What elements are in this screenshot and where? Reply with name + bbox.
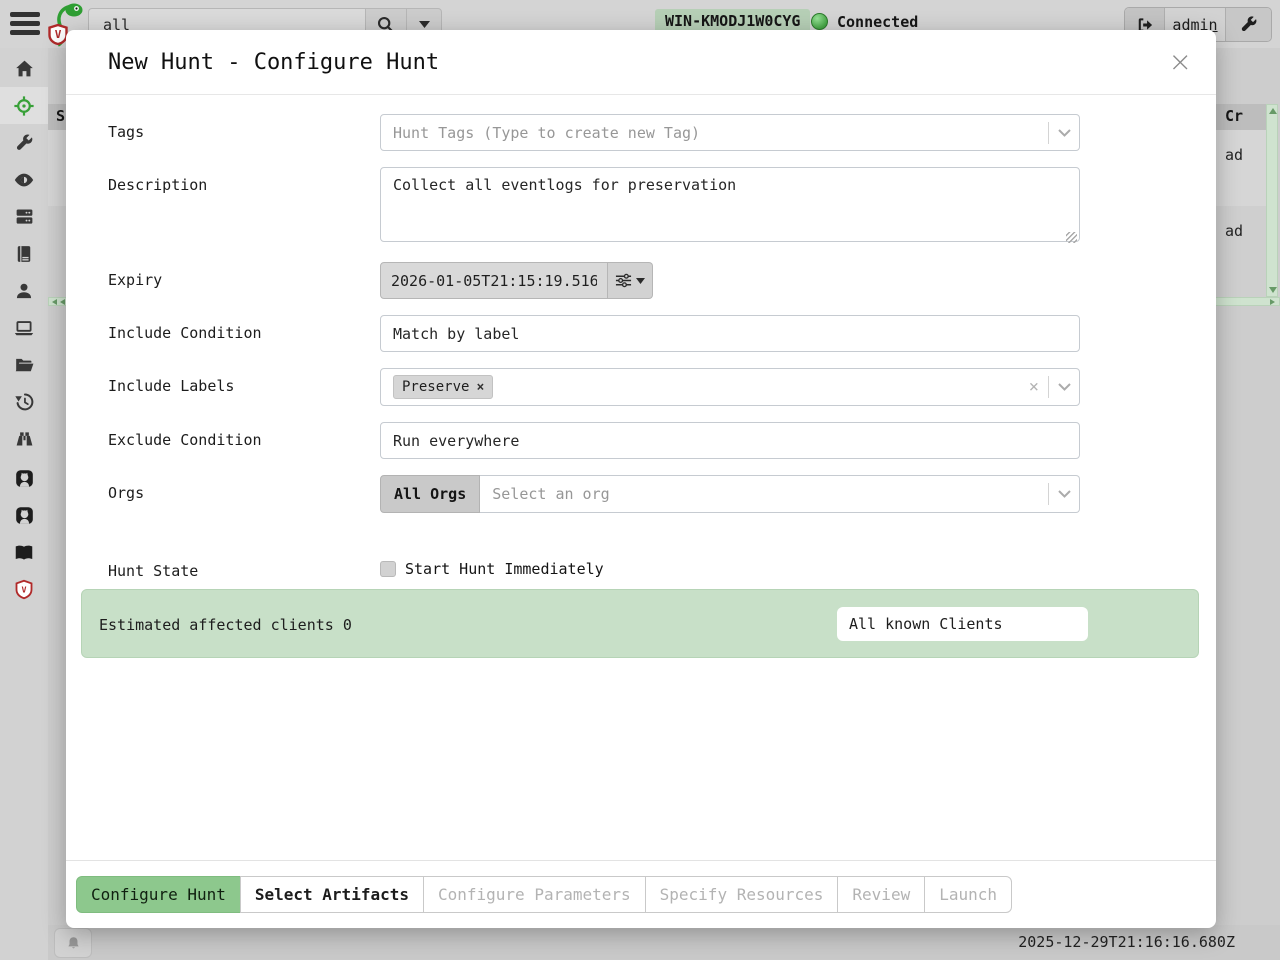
sidebar-item-audit[interactable] [0,383,48,420]
binoculars-icon [14,428,35,449]
start-hunt-checkbox-label: Start Hunt Immediately [405,560,604,578]
estimated-clients-text: Estimated affected clients 0 [99,616,352,634]
tags-placeholder: Hunt Tags (Type to create new Tag) [393,124,1039,142]
modal-close-button[interactable]: × [1163,44,1198,79]
chevron-down-icon[interactable] [1058,383,1071,391]
modal-header: New Hunt - Configure Hunt × [66,30,1216,95]
sidebar-item-users[interactable] [0,272,48,309]
velociraptor-shield-icon: V [14,579,34,600]
description-textarea[interactable]: Collect all eventlogs for preservation [380,167,1080,242]
sidebar-item-client-search[interactable] [0,420,48,457]
notifications-button[interactable] [54,928,92,958]
include-labels-select[interactable]: Preserve × × [380,368,1080,406]
connection-status-label: Connected [837,13,918,31]
caret-down-icon [636,278,645,284]
eye-icon [13,169,35,191]
include-condition-label: Include Condition [108,315,380,352]
table-cell-creator: ad [1225,222,1243,240]
connected-indicator-icon [811,13,828,30]
bell-icon [65,935,82,952]
status-bar: 2025-12-29T21:16:16.680Z [0,925,1280,960]
tags-label: Tags [108,114,380,151]
chevron-down-icon[interactable] [1058,490,1071,498]
step-configure-parameters: Configure Parameters [423,876,646,913]
sidebar-item-docs[interactable] [0,534,48,571]
github-icon [14,468,35,489]
expiry-picker-button[interactable] [608,262,653,299]
menu-toggle-button[interactable] [10,12,42,36]
sidebar-item-github-1[interactable] [0,460,48,497]
wrench-icon [14,133,34,153]
include-condition-input[interactable] [380,315,1080,352]
step-launch: Launch [924,876,1012,913]
sliders-icon [615,273,632,288]
user-icon [14,281,34,301]
sidebar-item-notebooks[interactable] [0,235,48,272]
sidebar-item-home[interactable] [0,50,48,87]
step-specify-resources: Specify Resources [645,876,839,913]
expiry-input[interactable] [380,262,608,299]
step-review: Review [837,876,925,913]
all-known-clients-box: All known Clients [837,607,1088,641]
step-configure-hunt[interactable]: Configure Hunt [76,876,241,913]
estimated-clients-banner: Estimated affected clients 0 All known C… [81,589,1199,658]
history-icon [14,391,35,412]
start-hunt-checkbox[interactable] [380,561,396,577]
sidebar-item-clients[interactable] [0,309,48,346]
caret-down-icon [419,21,430,28]
orgs-placeholder: Select an org [492,485,1039,503]
vertical-scrollbar[interactable] [1266,104,1278,297]
chip-remove-icon[interactable]: × [476,380,484,395]
all-orgs-button[interactable]: All Orgs [380,475,480,513]
new-hunt-modal: New Hunt - Configure Hunt × Tags Hunt Ta… [66,30,1216,928]
modal-body: Tags Hunt Tags (Type to create new Tag) … [66,95,1216,596]
table-cell-creator: ad [1225,146,1243,164]
chevron-down-icon[interactable] [1058,129,1071,137]
tags-select[interactable]: Hunt Tags (Type to create new Tag) [380,114,1080,151]
sidebar-item-server-artifacts[interactable] [0,198,48,235]
modal-title: New Hunt - Configure Hunt [108,30,439,95]
exclude-condition-input[interactable] [380,422,1080,459]
settings-wrench-button[interactable] [1226,8,1271,41]
folder-open-icon [14,354,35,375]
step-select-artifacts[interactable]: Select Artifacts [240,876,424,913]
clear-selection-icon[interactable]: × [1029,377,1039,397]
sidebar-item-vfs[interactable] [0,346,48,383]
svg-text:V: V [55,28,62,41]
include-labels-label: Include Labels [108,368,380,406]
sidebar-item-hunts[interactable] [0,87,48,124]
sidebar-item-artifacts[interactable] [0,124,48,161]
sidebar-item-server-events[interactable] [0,161,48,198]
orgs-label: Orgs [108,475,380,513]
hunt-state-label: Hunt State [108,553,380,580]
textarea-resize-handle[interactable] [1066,232,1077,243]
orgs-select[interactable]: Select an org [480,475,1080,513]
laptop-icon [13,317,35,339]
book-open-icon [13,542,35,564]
label-chip: Preserve × [393,375,493,399]
journal-icon [14,244,34,264]
expiry-label: Expiry [108,262,380,299]
label-chip-text: Preserve [402,379,469,395]
server-timestamp: 2025-12-29T21:16:16.680Z [1018,933,1235,951]
server-icon [14,206,35,227]
sidebar-item-velociraptor[interactable]: V [0,571,48,608]
exclude-condition-label: Exclude Condition [108,422,380,459]
sidebar-nav: V [0,48,48,960]
wrench-icon [1239,15,1258,34]
crosshairs-icon [13,95,35,117]
sidebar-item-github-2[interactable] [0,497,48,534]
hunts-table-header-state: S [56,107,65,125]
svg-text:V: V [21,584,26,594]
home-icon [14,58,35,79]
hunts-table-header-creator: Cr [1225,107,1243,125]
wizard-steps-bar: Configure Hunt Select Artifacts Configur… [66,860,1216,928]
github-icon [14,505,35,526]
description-label: Description [108,167,380,246]
